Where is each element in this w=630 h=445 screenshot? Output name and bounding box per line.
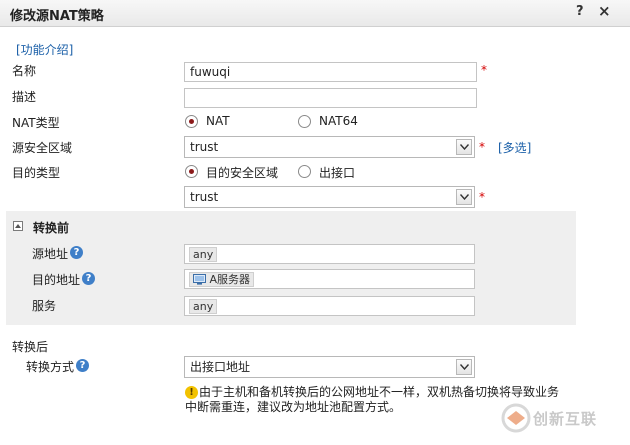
destination-type-option-zone[interactable]: 目的安全区域: [206, 164, 278, 181]
translation-method-label: 转换方式: [26, 360, 75, 374]
translation-method-value: 出接口地址: [190, 360, 251, 374]
destination-address-label: 目的地址: [32, 273, 81, 287]
question-circle-icon[interactable]: ?: [70, 246, 83, 259]
question-circle-icon[interactable]: ?: [82, 272, 95, 285]
destination-zone-select[interactable]: trust: [184, 186, 475, 208]
question-circle-icon[interactable]: ?: [76, 359, 89, 372]
watermark-logo: 创新互联: [499, 398, 630, 438]
destination-type-radio-zone[interactable]: [185, 165, 198, 178]
logo-icon: [501, 403, 531, 433]
source-address-field[interactable]: any: [184, 244, 475, 264]
translation-method-select[interactable]: 出接口地址: [184, 356, 475, 378]
nat-type-radio-nat[interactable]: [185, 115, 198, 128]
destination-zone-value: trust: [190, 190, 219, 204]
chevron-down-icon[interactable]: [456, 189, 472, 205]
nat-type-option-nat[interactable]: NAT: [206, 114, 230, 128]
help-button[interactable]: ?: [576, 4, 584, 19]
close-button[interactable]: ×: [598, 2, 611, 20]
description-label: 描述: [12, 90, 37, 104]
intro-link[interactable]: [功能介绍]: [16, 41, 73, 58]
source-zone-select[interactable]: trust: [184, 136, 475, 158]
destination-address-field[interactable]: A服务器: [184, 269, 475, 289]
destination-type-radio-interface[interactable]: [298, 165, 311, 178]
nat-type-radio-nat64[interactable]: [298, 115, 311, 128]
source-zone-label: 源安全区域: [12, 141, 73, 155]
dialog-titlebar: 修改源NAT策略 ? ×: [0, 0, 630, 27]
name-label: 名称: [12, 64, 37, 78]
destination-address-value: A服务器: [209, 273, 251, 286]
required-mark: *: [479, 140, 485, 154]
source-address-chip: any: [189, 247, 218, 262]
required-mark: *: [481, 63, 487, 77]
before-translation-section: 转换前 源地址 ? any 目的地址 ? A服务器 服务 any: [6, 211, 576, 325]
description-input[interactable]: [184, 88, 477, 108]
destination-type-option-interface[interactable]: 出接口: [319, 164, 355, 181]
dialog-title: 修改源NAT策略: [10, 9, 104, 24]
service-field[interactable]: any: [184, 296, 475, 316]
watermark-text: 创新互联: [533, 410, 598, 428]
server-icon: [193, 274, 206, 285]
collapse-icon[interactable]: [13, 221, 23, 231]
destination-type-label: 目的类型: [12, 166, 61, 180]
after-translation-header: 转换后: [12, 340, 49, 354]
service-chip: any: [189, 299, 218, 314]
nat-type-option-nat64[interactable]: NAT64: [319, 114, 358, 128]
source-zone-value: trust: [190, 140, 219, 154]
destination-address-chip: A服务器: [189, 272, 255, 287]
chevron-down-icon[interactable]: [456, 359, 472, 375]
chevron-down-icon[interactable]: [456, 139, 472, 155]
multi-select-link[interactable]: [多选]: [498, 139, 531, 156]
name-input[interactable]: fuwuqi: [184, 62, 477, 82]
source-address-label: 源地址: [32, 247, 69, 261]
service-label: 服务: [32, 299, 57, 313]
nat-type-label: NAT类型: [12, 116, 60, 130]
before-translation-header: 转换前: [33, 221, 70, 235]
required-mark: *: [479, 190, 485, 204]
